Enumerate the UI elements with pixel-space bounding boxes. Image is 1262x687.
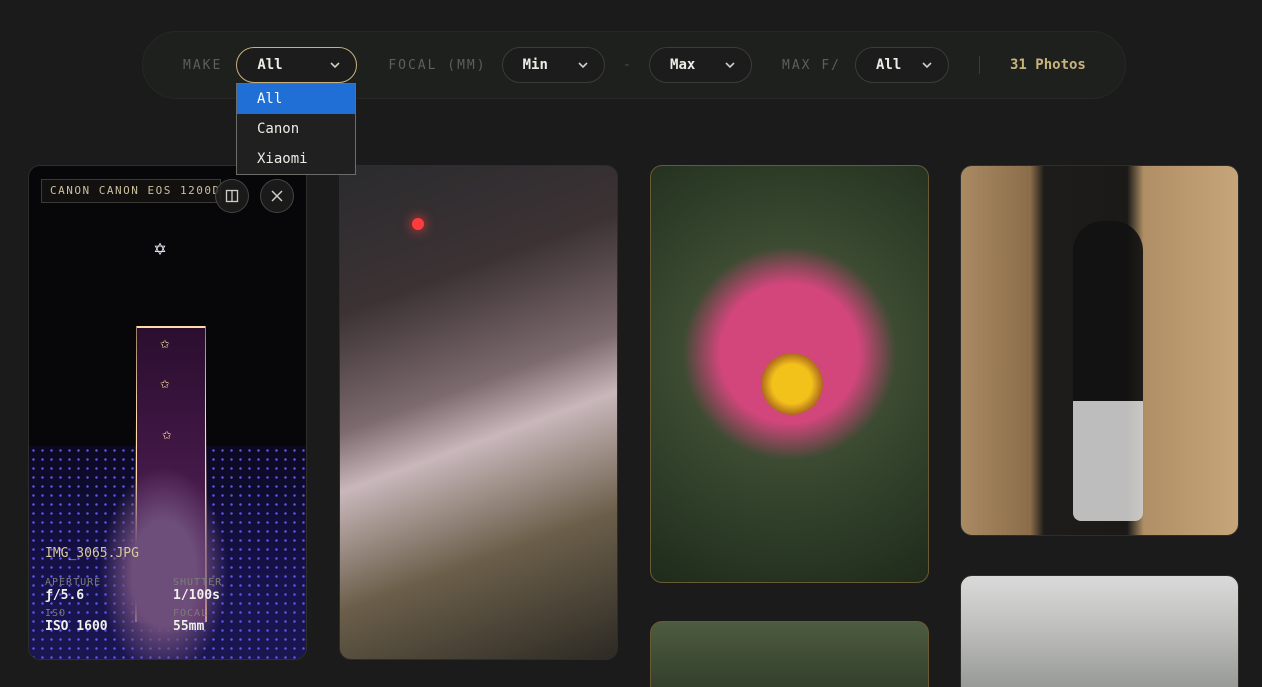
shutter-value: 1/100s <box>173 588 220 603</box>
make-dropdown: All Canon Xiaomi <box>236 83 356 175</box>
focal-label: FOCAL (MM) <box>388 57 487 73</box>
close-icon <box>271 190 283 202</box>
aperture-label: APERTURE <box>45 577 102 588</box>
star-light: ✩ <box>160 373 170 392</box>
photo-info: IMG_3065.JPG APERTURE ƒ/5.6 SHUTTER 1/10… <box>45 546 295 636</box>
photo-count: 31 Photos <box>1010 57 1086 73</box>
photo-card-speaker[interactable] <box>960 575 1239 687</box>
focal-length-label: FOCAL <box>173 608 209 619</box>
make-label: MAKE <box>183 57 223 73</box>
star-light: ✩ <box>160 333 170 352</box>
make-option-all[interactable]: All <box>237 84 355 114</box>
focal-range-separator: - <box>622 57 632 73</box>
star-light: ✡ <box>154 236 167 260</box>
red-light <box>412 218 424 230</box>
focal-length-value: 55mm <box>173 619 205 634</box>
photo-filename: IMG_3065.JPG <box>45 546 139 561</box>
chevron-down-icon <box>330 62 340 69</box>
split-view-button[interactable] <box>215 179 249 213</box>
star-light: ✩ <box>162 424 172 443</box>
photo-card-featured[interactable]: ✡ ✩ ✩ ✩ CANON CANON EOS 1200D IMG_3065.J… <box>28 165 307 660</box>
focal-max-select[interactable]: Max <box>649 47 753 83</box>
make-option-xiaomi[interactable]: Xiaomi <box>237 144 355 174</box>
fstop-label: MAX F/ <box>782 57 841 73</box>
split-view-icon <box>225 189 239 203</box>
close-button[interactable] <box>260 179 294 213</box>
focal-min-value: Min <box>522 57 548 73</box>
divider <box>979 56 980 74</box>
fstop-select-value: All <box>876 57 902 73</box>
iso-value: ISO 1600 <box>45 619 108 634</box>
fstop-select[interactable]: All <box>855 47 949 83</box>
photo-card-flowers[interactable] <box>339 165 618 660</box>
aperture-value: ƒ/5.6 <box>45 588 85 603</box>
focal-max-value: Max <box>670 57 696 73</box>
photo-card-plant[interactable] <box>650 621 929 687</box>
make-option-canon[interactable]: Canon <box>237 114 355 144</box>
focal-min-select[interactable]: Min <box>501 47 605 83</box>
chevron-down-icon <box>578 62 588 69</box>
performer <box>1073 221 1143 521</box>
make-select-value: All <box>257 57 283 73</box>
camera-chip: CANON CANON EOS 1200D <box>41 179 221 203</box>
iso-label: ISO <box>45 608 67 619</box>
flower-center <box>761 353 823 415</box>
shutter-label: SHUTTER <box>173 577 223 588</box>
chevron-down-icon <box>725 62 735 69</box>
photo-card-pink-flower[interactable] <box>650 165 929 583</box>
make-select[interactable]: All <box>236 47 358 83</box>
chevron-down-icon <box>922 62 932 69</box>
photo-card-guitarist[interactable] <box>960 165 1239 536</box>
